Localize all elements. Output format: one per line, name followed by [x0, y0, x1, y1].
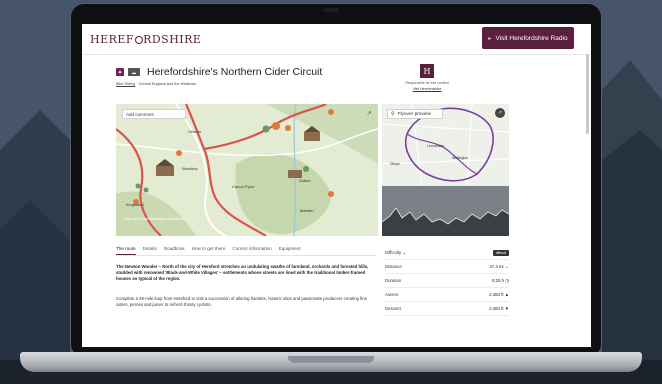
stat-label: Duration: [385, 278, 402, 283]
stat-value: 5:25 h ◷: [492, 277, 509, 283]
distance-icon: ↔: [504, 264, 509, 269]
chevron-down-icon: ⌄: [402, 249, 406, 255]
stat-value: 2,483 ft ▼: [489, 306, 509, 311]
stat-row-distance: Distance 47.4 mi ↔: [385, 260, 509, 274]
page-scrollbar[interactable]: [586, 54, 589, 134]
clock-icon: ◷: [505, 277, 509, 283]
map-credit: Map data © OpenStreetMap contributors: [124, 217, 184, 221]
stat-label: Distance: [385, 264, 402, 269]
route-tabs: The route Details Roadbook How to get th…: [116, 246, 301, 255]
flyover-place-label: Leominster: [427, 144, 445, 148]
difficulty-badge: difficult: [492, 249, 509, 256]
map-place-label: Canon Pyon: [232, 184, 255, 189]
add-comment-button[interactable]: Add comment: [122, 109, 186, 119]
map-place-label: Sutton: [299, 178, 311, 183]
route-type-icon: ▬: [128, 68, 140, 76]
difficulty-label: Difficulty ⌄: [385, 249, 406, 255]
flyover-preview-button[interactable]: ⚲ Flyover preview: [387, 109, 443, 119]
browser-screen: HEREF RDSHIRE ▸ Visit Herefordshire Radio…: [82, 24, 591, 347]
route-stats: Difficulty ⌄ difficult Distance 47.4 mi …: [385, 246, 509, 316]
map-place-label: Marden: [300, 208, 314, 213]
stat-value: 2,483 ft ▲: [489, 292, 509, 297]
stat-value: 47.4 mi ↔: [489, 264, 509, 269]
tab-the-route[interactable]: The route: [116, 246, 136, 255]
flyover-place-label: Dilwyn: [390, 162, 401, 166]
radio-icon: ▸: [488, 35, 492, 42]
tab-roadbook[interactable]: Roadbook: [164, 246, 185, 255]
flyover-expand-icon[interactable]: ↗: [495, 108, 505, 118]
difficulty-row[interactable]: Difficulty ⌄ difficult: [385, 246, 509, 260]
flyover-place-label: Wellington: [452, 156, 469, 160]
route-subtitle: Bike Riding · Central England and the Mi…: [116, 82, 196, 86]
laptop-camera: [323, 8, 339, 12]
activity-link[interactable]: Bike Riding: [116, 82, 135, 86]
tab-equipment[interactable]: Equipment: [279, 246, 301, 255]
page-title: Herefordshire's Northern Cider Circuit: [147, 66, 323, 78]
stat-row-duration: Duration 5:25 h ◷: [385, 274, 509, 288]
route-map[interactable]: Add comment ↗ Orleton Weobley Canon Pyon…: [116, 104, 378, 236]
site-logo[interactable]: HEREF RDSHIRE: [90, 33, 201, 46]
tab-details[interactable]: Details: [143, 246, 157, 255]
flyover-label-text: Flyover preview: [397, 111, 432, 117]
search-icon: ⚲: [391, 111, 395, 117]
flyover-panel[interactable]: ⚲ Flyover preview ↗ Leominster Dilwyn We…: [382, 104, 509, 236]
route-body-paragraph: Complete a 49-mile loop from Hereford to…: [116, 296, 368, 308]
tabs-divider: [116, 255, 376, 256]
map-place-label: Orleton: [188, 129, 202, 134]
stat-row-ascent: Ascent 2,483 ft ▲: [385, 288, 509, 302]
region-text: · Central England and the Midlands: [135, 82, 196, 86]
flyover-canvas: [382, 104, 509, 236]
stat-row-descent: Descent 2,483 ft ▼: [385, 302, 509, 316]
stat-label: Descent: [385, 306, 401, 311]
tab-current-information[interactable]: Current information: [232, 246, 271, 255]
tab-how-to-get-there[interactable]: How to get there: [192, 246, 226, 255]
descent-icon: ▼: [504, 306, 509, 311]
author-link[interactable]: Visit Herefordshire: [382, 87, 472, 91]
responsible-text: Responsible for this content: [405, 81, 449, 85]
visit-radio-button[interactable]: ▸ Visit Herefordshire Radio: [482, 27, 574, 49]
visit-radio-label: Visit Herefordshire Radio: [495, 34, 568, 42]
stat-label: Ascent: [385, 292, 399, 297]
map-fullscreen-icon[interactable]: ↗: [364, 108, 374, 118]
author-logo[interactable]: H: [420, 64, 434, 78]
laptop-notch: [288, 356, 374, 363]
map-place-label: Weobley: [182, 166, 198, 171]
bike-category-icon: ▲: [116, 68, 124, 76]
ascent-icon: ▲: [504, 292, 509, 297]
site-header: HEREF RDSHIRE ▸ Visit Herefordshire Radio: [82, 24, 591, 55]
map-place-label: Kingsland: [126, 202, 144, 207]
author-box: H Responsible for this content Visit Her…: [382, 64, 472, 91]
route-lead-paragraph: The Newton Wonder – North of the city of…: [116, 264, 369, 282]
title-row: ▲ ▬ Herefordshire's Northern Cider Circu…: [116, 66, 322, 78]
